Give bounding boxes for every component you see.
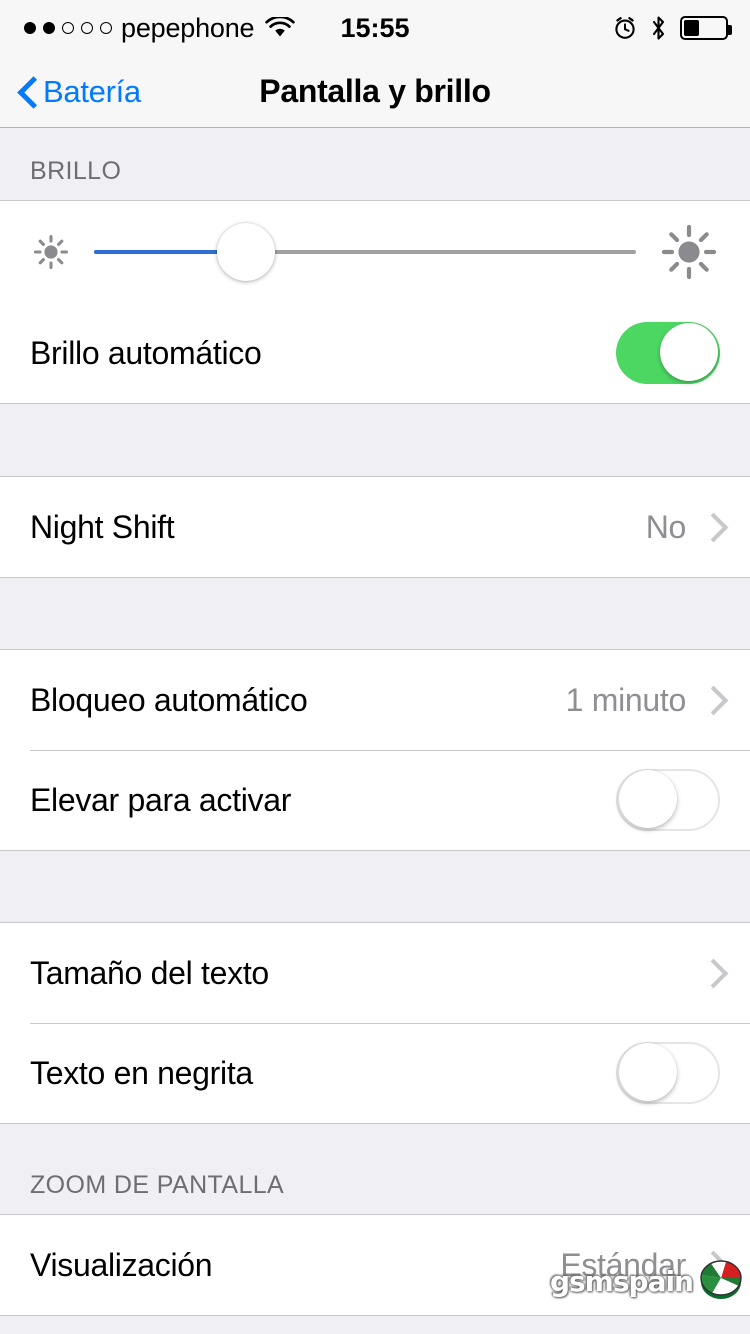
row-raise-to-wake[interactable]: Elevar para activar bbox=[0, 750, 750, 850]
brightness-slider-row[interactable] bbox=[0, 201, 750, 303]
toggle-auto-brightness[interactable] bbox=[616, 322, 720, 384]
group-lock: Bloqueo automático 1 minuto Elevar para … bbox=[0, 649, 750, 851]
row-label-night-shift: Night Shift bbox=[30, 508, 175, 545]
toggle-bold-text[interactable] bbox=[616, 1042, 720, 1104]
iphone-settings-screen: pepephone 15:55 Batería Pantalla y brill… bbox=[0, 0, 750, 1334]
slider-thumb[interactable] bbox=[216, 223, 275, 281]
section-header-display-zoom: ZOOM DE PANTALLA bbox=[30, 1171, 285, 1199]
toggle-knob bbox=[660, 323, 718, 381]
row-night-shift[interactable]: Night Shift No bbox=[0, 477, 750, 577]
chevron-right-icon bbox=[704, 959, 720, 987]
group-brightness: Brillo automático bbox=[0, 200, 750, 404]
row-label-text-size: Tamaño del texto bbox=[30, 954, 269, 991]
row-label-raise-to-wake: Elevar para activar bbox=[30, 781, 292, 818]
status-bar-right bbox=[613, 0, 732, 56]
brightness-slider[interactable] bbox=[94, 201, 636, 303]
row-auto-brightness[interactable]: Brillo automático bbox=[0, 303, 750, 403]
sun-large-icon bbox=[658, 221, 720, 283]
settings-content: BRILLO Brillo automático Night Shift No … bbox=[0, 128, 750, 1334]
group-text: Tamaño del texto Texto en negrita bbox=[0, 922, 750, 1124]
status-bar: pepephone 15:55 bbox=[0, 0, 750, 56]
row-bold-text[interactable]: Texto en negrita bbox=[0, 1023, 750, 1123]
toggle-raise-to-wake[interactable] bbox=[616, 769, 720, 831]
row-label-bold-text: Texto en negrita bbox=[30, 1054, 253, 1091]
section-header-brightness: BRILLO bbox=[30, 157, 122, 185]
chevron-right-icon bbox=[704, 513, 720, 541]
section-footer-display-zoom: Selecciona una visualización para el iPh… bbox=[0, 1316, 750, 1334]
battery-icon bbox=[680, 16, 732, 40]
toggle-knob bbox=[619, 770, 677, 828]
section-gap-3 bbox=[0, 851, 750, 922]
chevron-right-icon bbox=[704, 686, 720, 714]
section-gap-1 bbox=[0, 404, 750, 476]
sun-small-icon bbox=[30, 231, 72, 273]
toggle-knob bbox=[619, 1043, 677, 1101]
row-value-auto-lock: 1 minuto bbox=[565, 681, 687, 718]
row-label-auto-lock: Bloqueo automático bbox=[30, 681, 308, 718]
bluetooth-icon bbox=[650, 15, 667, 41]
row-text-size[interactable]: Tamaño del texto bbox=[0, 923, 750, 1023]
row-auto-lock[interactable]: Bloqueo automático 1 minuto bbox=[0, 650, 750, 750]
row-label-view: Visualización bbox=[30, 1246, 213, 1283]
gsmspain-logo-icon bbox=[698, 1260, 744, 1302]
watermark: gsmspain bbox=[550, 1260, 744, 1302]
alarm-clock-icon bbox=[613, 16, 637, 40]
navigation-bar: Batería Pantalla y brillo bbox=[0, 56, 750, 128]
section-gap-2 bbox=[0, 578, 750, 649]
row-label-auto-brightness: Brillo automático bbox=[30, 334, 262, 371]
page-title: Pantalla y brillo bbox=[259, 73, 491, 109]
row-value-night-shift: No bbox=[645, 508, 687, 545]
group-night-shift: Night Shift No bbox=[0, 476, 750, 578]
watermark-text: gsmspain bbox=[549, 1264, 694, 1298]
